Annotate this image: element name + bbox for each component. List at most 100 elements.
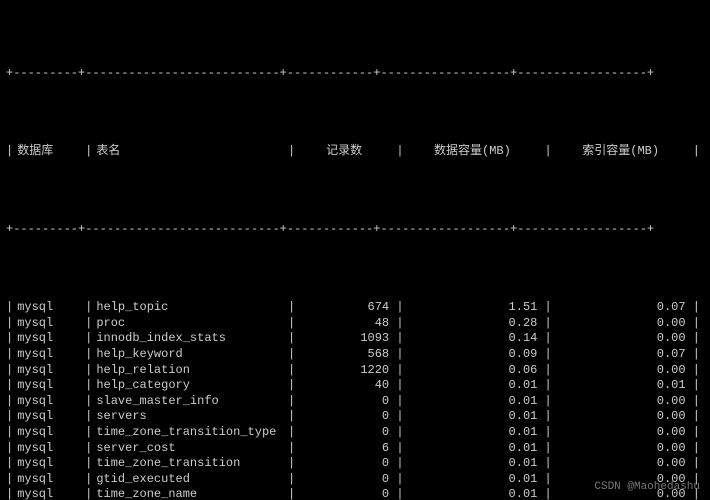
cell-records: 0 [299,394,389,410]
pipe-icon: | [686,347,704,363]
cell-records: 6 [299,441,389,457]
pipe-icon: | [537,331,555,347]
pipe-icon: | [85,409,96,425]
pipe-icon: | [537,472,555,488]
pipe-icon: | [85,472,96,488]
cell-table: innodb_index_stats [96,331,288,347]
pipe-icon: | [288,316,299,332]
cell-table: server_cost [96,441,288,457]
col-header-data-mb: 数据容量(MB) [408,144,538,160]
cell-db: mysql [17,316,85,332]
pipe-icon: | [288,472,299,488]
cell-db: mysql [17,456,85,472]
pipe-icon: | [686,425,704,441]
pipe-icon: | [537,347,555,363]
pipe-icon: | [288,300,299,316]
table-row: |mysql|help_keyword|568 |0.09 |0.07 | [6,347,704,363]
cell-table: time_zone_transition_type [96,425,288,441]
cell-data-mb: 1.51 [408,300,538,316]
table-separator-header: +---------+---------------------------+-… [6,222,704,238]
cell-db: mysql [17,425,85,441]
pipe-icon: | [288,394,299,410]
cell-records: 0 [299,425,389,441]
col-header-records: 记录数 [299,144,389,160]
cell-records: 48 [299,316,389,332]
cell-table: time_zone_transition [96,456,288,472]
cell-data-mb: 0.01 [408,472,538,488]
cell-db: mysql [17,300,85,316]
pipe-icon: | [537,363,555,379]
pipe-icon: | [389,331,407,347]
cell-data-mb: 0.01 [408,441,538,457]
table-header-row: | 数据库 | 表名 | 记录数 | 数据容量(MB) | 索引容量(MB) | [6,144,704,160]
cell-table: servers [96,409,288,425]
pipe-icon: | [686,409,704,425]
cell-table: proc [96,316,288,332]
pipe-icon: | [686,456,704,472]
pipe-icon: | [686,316,704,332]
pipe-icon: | [6,347,17,363]
cell-index-mb: 0.00 [556,394,686,410]
cell-data-mb: 0.01 [408,456,538,472]
pipe-icon: | [686,441,704,457]
cell-db: mysql [17,472,85,488]
cell-index-mb: 0.01 [556,378,686,394]
table-row: |mysql|servers|0 |0.01 |0.00 | [6,409,704,425]
cell-db: mysql [17,409,85,425]
pipe-icon: | [389,347,407,363]
cell-data-mb: 0.28 [408,316,538,332]
col-header-db: 数据库 [17,144,85,160]
pipe-icon: | [389,144,407,160]
pipe-icon: | [85,300,96,316]
pipe-icon: | [537,378,555,394]
pipe-icon: | [6,487,17,500]
pipe-icon: | [389,378,407,394]
cell-index-mb: 0.00 [556,441,686,457]
cell-table: help_keyword [96,347,288,363]
table-row: |mysql|time_zone_transition|0 |0.01 |0.0… [6,456,704,472]
pipe-icon: | [6,441,17,457]
pipe-icon: | [537,441,555,457]
cell-table: help_topic [96,300,288,316]
table-row: |mysql|slave_master_info|0 |0.01 |0.00 | [6,394,704,410]
cell-index-mb: 0.00 [556,425,686,441]
cell-index-mb: 0.00 [556,409,686,425]
watermark: CSDN @Maohedashu [594,480,700,494]
pipe-icon: | [288,425,299,441]
pipe-icon: | [6,425,17,441]
table-row: |mysql|server_cost|6 |0.01 |0.00 | [6,441,704,457]
cell-index-mb: 0.07 [556,347,686,363]
cell-db: mysql [17,331,85,347]
pipe-icon: | [288,144,299,160]
pipe-icon: | [85,378,96,394]
pipe-icon: | [6,144,17,160]
pipe-icon: | [537,456,555,472]
cell-table: gtid_executed [96,472,288,488]
pipe-icon: | [6,456,17,472]
pipe-icon: | [6,378,17,394]
pipe-icon: | [288,409,299,425]
cell-table: slave_master_info [96,394,288,410]
pipe-icon: | [85,425,96,441]
cell-db: mysql [17,347,85,363]
cell-data-mb: 0.09 [408,347,538,363]
pipe-icon: | [389,409,407,425]
pipe-icon: | [6,316,17,332]
cell-records: 40 [299,378,389,394]
table-body: |mysql|help_topic|674 |1.51 |0.07 ||mysq… [6,300,704,500]
pipe-icon: | [686,300,704,316]
pipe-icon: | [85,394,96,410]
pipe-icon: | [85,347,96,363]
pipe-icon: | [686,144,704,160]
pipe-icon: | [389,300,407,316]
pipe-icon: | [85,331,96,347]
pipe-icon: | [288,441,299,457]
col-header-table: 表名 [96,144,288,160]
cell-data-mb: 0.01 [408,409,538,425]
pipe-icon: | [389,316,407,332]
pipe-icon: | [686,394,704,410]
pipe-icon: | [288,331,299,347]
pipe-icon: | [389,441,407,457]
pipe-icon: | [537,425,555,441]
cell-db: mysql [17,487,85,500]
